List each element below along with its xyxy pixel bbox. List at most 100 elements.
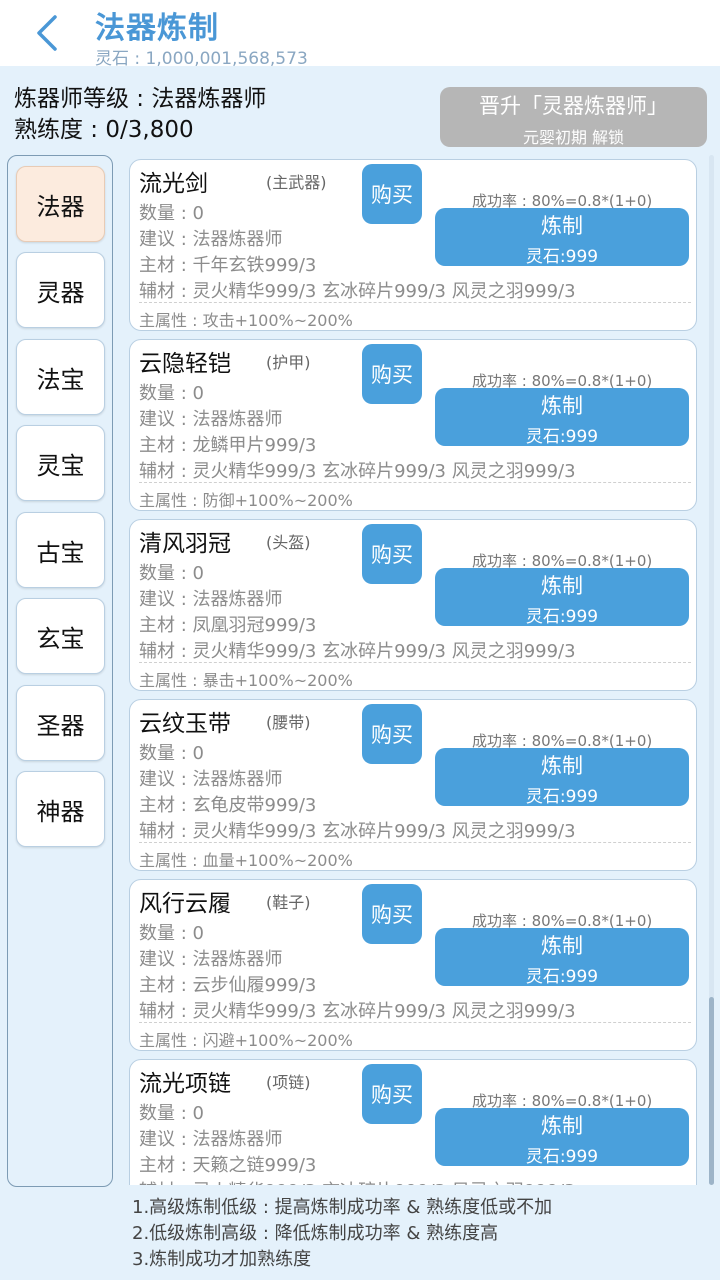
item-main-material: 主材 : 凤凰羽冠999/3 <box>139 615 317 636</box>
craft-cost: 灵石:999 <box>525 247 599 267</box>
item-count: 数量 : 0 <box>139 743 204 764</box>
item-attribute: 主属性 : 防御+100%~200% <box>139 491 353 510</box>
buy-button[interactable]: 购买 <box>362 524 422 584</box>
scrollbar-thumb[interactable] <box>709 997 714 1185</box>
category-sidebar: 法器 灵器 法宝 灵宝 古宝 玄宝 圣器 神器 <box>7 155 113 1187</box>
item-advice: 建议 : 法器炼器师 <box>139 949 283 970</box>
craft-cost: 灵石:999 <box>525 427 599 447</box>
item-count: 数量 : 0 <box>139 383 204 404</box>
item-count: 数量 : 0 <box>139 203 204 224</box>
item-main-material: 主材 : 云步仙履999/3 <box>139 975 317 996</box>
page-title: 法器炼制 <box>95 11 219 46</box>
craft-button[interactable]: 炼制 灵石:999 <box>435 208 689 267</box>
craft-button[interactable]: 炼制 灵石:999 <box>435 1108 689 1167</box>
item-aux-material: 辅材 : 灵火精华999/3 玄冰碎片999/3 风灵之羽999/3 <box>139 641 576 662</box>
card-divider <box>139 302 691 303</box>
item-advice: 建议 : 法器炼器师 <box>139 1129 283 1150</box>
item-aux-material: 辅材 : 灵火精华999/3 玄冰碎片999/3 风灵之羽999/3 <box>139 1001 576 1022</box>
recipe-card: 流光剑 (主武器) 购买 成功率 : 80%=0.8*(1+0) 炼制 灵石:9… <box>129 159 697 331</box>
craft-label: 炼制 <box>541 214 583 238</box>
card-divider <box>139 842 691 843</box>
craft-label: 炼制 <box>541 574 583 598</box>
item-slot: (腰带) <box>266 713 311 732</box>
buy-button[interactable]: 购买 <box>362 344 422 404</box>
item-main-material: 主材 : 千年玄铁999/3 <box>139 255 317 276</box>
promote-button[interactable]: 晋升「灵器炼器师」 元婴初期 解锁 <box>440 87 707 147</box>
craft-label: 炼制 <box>541 754 583 778</box>
item-main-material: 主材 : 龙鳞甲片999/3 <box>139 435 317 456</box>
craft-button[interactable]: 炼制 灵石:999 <box>435 568 689 627</box>
category-ling-qi[interactable]: 灵器 <box>16 252 105 328</box>
craft-cost: 灵石:999 <box>525 1147 599 1167</box>
buy-button[interactable]: 购买 <box>362 704 422 764</box>
header-bar: 法器炼制 灵石 : 1,000,001,568,573 <box>0 0 720 69</box>
buy-button[interactable]: 购买 <box>362 164 422 224</box>
item-name: 流光剑 <box>139 171 208 197</box>
recipe-list: 流光剑 (主武器) 购买 成功率 : 80%=0.8*(1+0) 炼制 灵石:9… <box>127 155 707 1185</box>
craft-cost: 灵石:999 <box>525 607 599 627</box>
note-line: 3.炼制成功才加熟练度 <box>132 1249 312 1270</box>
item-attribute: 主属性 : 暴击+100%~200% <box>139 671 353 690</box>
chevron-left-icon <box>37 15 57 51</box>
category-fa-qi[interactable]: 法器 <box>16 166 105 242</box>
recipe-card: 清风羽冠 (头盔) 购买 成功率 : 80%=0.8*(1+0) 炼制 灵石:9… <box>129 519 697 691</box>
craft-cost: 灵石:999 <box>525 967 599 987</box>
recipe-card: 流光项链 (项链) 购买 成功率 : 80%=0.8*(1+0) 炼制 灵石:9… <box>129 1059 697 1185</box>
item-aux-material: 辅材 : 灵火精华999/3 玄冰碎片999/3 风灵之羽999/3 <box>139 461 576 482</box>
item-aux-material: 辅材 : 灵火精华999/3 玄冰碎片999/3 风灵之羽999/3 <box>139 281 576 302</box>
buy-button[interactable]: 购买 <box>362 884 422 944</box>
card-divider <box>139 482 691 483</box>
buy-button[interactable]: 购买 <box>362 1064 422 1124</box>
list-scrollbar[interactable] <box>709 155 714 1185</box>
card-divider <box>139 1022 691 1023</box>
item-aux-material: 辅材 : 灵火精华999/3 玄冰碎片999/3 风灵之羽999/3 <box>139 1177 576 1185</box>
item-advice: 建议 : 法器炼器师 <box>139 589 283 610</box>
craft-label: 炼制 <box>541 394 583 418</box>
item-name: 流光项链 <box>139 1071 231 1097</box>
back-button[interactable] <box>28 10 68 56</box>
item-name: 风行云履 <box>139 891 231 917</box>
crafting-notes: 1.高级炼制低级 : 提高炼制成功率 & 熟练度低或不加 2.低级炼制高级 : … <box>0 1187 720 1280</box>
note-line: 1.高级炼制低级 : 提高炼制成功率 & 熟练度低或不加 <box>132 1197 553 1218</box>
item-aux-material: 辅材 : 灵火精华999/3 玄冰碎片999/3 风灵之羽999/3 <box>139 821 576 842</box>
craft-button[interactable]: 炼制 灵石:999 <box>435 388 689 447</box>
craft-label: 炼制 <box>541 1114 583 1138</box>
category-ling-bao[interactable]: 灵宝 <box>16 425 105 501</box>
card-divider <box>139 662 691 663</box>
item-name: 云纹玉带 <box>139 711 231 737</box>
craft-button[interactable]: 炼制 灵石:999 <box>435 928 689 987</box>
category-xuan-bao[interactable]: 玄宝 <box>16 598 105 674</box>
item-count: 数量 : 0 <box>139 1103 204 1124</box>
category-sheng-qi[interactable]: 圣器 <box>16 685 105 761</box>
item-main-material: 主材 : 玄龟皮带999/3 <box>139 795 317 816</box>
promote-title: 晋升「灵器炼器师」 <box>479 94 668 118</box>
item-count: 数量 : 0 <box>139 563 204 584</box>
item-name: 清风羽冠 <box>139 531 231 557</box>
crafter-rank: 炼器师等级 : 法器炼器师 <box>14 86 267 112</box>
item-name: 云隐轻铠 <box>139 351 231 377</box>
note-line: 2.低级炼制高级 : 降低炼制成功率 & 熟练度高 <box>132 1223 499 1244</box>
item-slot: (护甲) <box>266 353 311 372</box>
item-slot: (鞋子) <box>266 893 311 912</box>
item-advice: 建议 : 法器炼器师 <box>139 229 283 250</box>
item-count: 数量 : 0 <box>139 923 204 944</box>
proficiency: 熟练度 : 0/3,800 <box>14 117 194 143</box>
item-attribute: 主属性 : 攻击+100%~200% <box>139 311 353 330</box>
category-shen-qi[interactable]: 神器 <box>16 771 105 847</box>
craft-button[interactable]: 炼制 灵石:999 <box>435 748 689 807</box>
item-advice: 建议 : 法器炼器师 <box>139 769 283 790</box>
item-slot: (头盔) <box>266 533 311 552</box>
item-advice: 建议 : 法器炼器师 <box>139 409 283 430</box>
craft-cost: 灵石:999 <box>525 787 599 807</box>
item-slot: (主武器) <box>266 173 327 192</box>
spirit-stone-balance: 灵石 : 1,000,001,568,573 <box>95 49 308 69</box>
recipe-card: 云隐轻铠 (护甲) 购买 成功率 : 80%=0.8*(1+0) 炼制 灵石:9… <box>129 339 697 511</box>
recipe-card: 云纹玉带 (腰带) 购买 成功率 : 80%=0.8*(1+0) 炼制 灵石:9… <box>129 699 697 871</box>
category-fa-bao[interactable]: 法宝 <box>16 339 105 415</box>
item-attribute: 主属性 : 血量+100%~200% <box>139 851 353 870</box>
crafter-info: 炼器师等级 : 法器炼器师 熟练度 : 0/3,800 <box>14 84 266 146</box>
category-gu-bao[interactable]: 古宝 <box>16 512 105 588</box>
item-slot: (项链) <box>266 1073 311 1092</box>
craft-label: 炼制 <box>541 934 583 958</box>
promote-unlock: 元婴初期 解锁 <box>522 128 625 147</box>
